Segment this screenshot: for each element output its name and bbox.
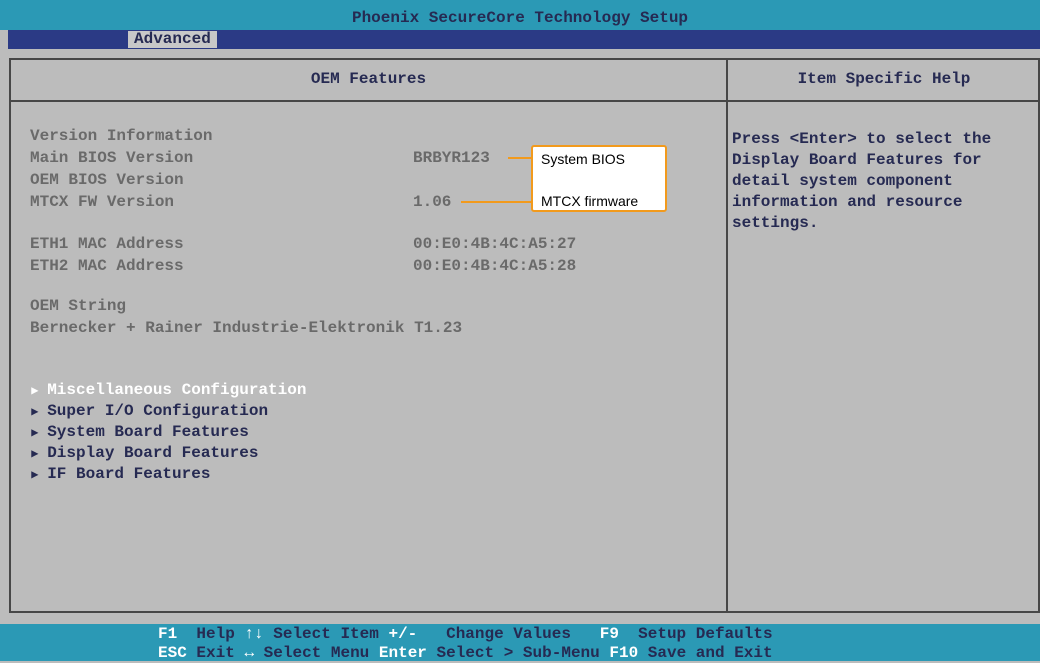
key-esc: ESC <box>158 644 187 662</box>
key-esc-desc: Exit <box>196 644 235 662</box>
footer-line-2: ESC Exit ↔ Select Menu Enter Select > Su… <box>158 644 773 663</box>
submenu-miscellaneous-configuration[interactable]: ▶ Miscellaneous Configuration <box>12 359 306 399</box>
help-title: Item Specific Help <box>797 70 971 88</box>
callout-box: System BIOS MTCX firmware <box>531 145 667 212</box>
mtcx-fw-version-value: 1.06 <box>413 193 452 211</box>
panel-divider <box>726 60 728 611</box>
submenu-if-board-features[interactable]: ▶ IF Board Features <box>12 443 210 483</box>
submenu-label: IF Board Features <box>47 465 211 483</box>
oem-bios-version-label: OEM BIOS Version <box>30 171 184 189</box>
key-enter-desc: Select > Sub-Menu <box>436 644 600 662</box>
oem-string-value: Bernecker + Rainer Industrie-Elektronik … <box>30 319 463 337</box>
main-bios-version-value: BRBYR123 <box>413 149 490 167</box>
eth1-mac-label: ETH1 MAC Address <box>30 235 184 253</box>
submenu-super-io-configuration[interactable]: ▶ Super I/O Configuration <box>12 380 268 420</box>
submenu-system-board-features[interactable]: ▶ System Board Features <box>12 401 249 441</box>
submenu-display-board-features[interactable]: ▶ Display Board Features <box>12 422 258 462</box>
key-leftright-desc: Select Menu <box>263 644 370 662</box>
mtcx-fw-version-label: MTCX FW Version <box>30 193 175 211</box>
eth1-mac-value: 00:E0:4B:4C:A5:27 <box>413 235 577 253</box>
key-f1-desc: Help <box>196 625 235 643</box>
section-title: OEM Features <box>310 70 427 88</box>
key-enter: Enter <box>378 644 427 662</box>
tab-advanced[interactable]: Advanced <box>128 31 217 48</box>
key-f1: F1 <box>158 625 178 643</box>
callout-system-bios: System BIOS <box>541 151 626 167</box>
window-title: Phoenix SecureCore Technology Setup <box>351 9 689 27</box>
key-f9: F9 <box>599 625 619 643</box>
eth2-mac-value: 00:E0:4B:4C:A5:28 <box>413 257 577 275</box>
footer-line-1: F1 Help ↑↓ Select Item +/- Change Values… <box>158 625 773 644</box>
callout-mtcx-firmware: MTCX firmware <box>541 193 639 209</box>
help-text: Press <Enter> to select the Display Boar… <box>732 130 992 232</box>
main-bios-version-label: Main BIOS Version <box>30 149 194 167</box>
key-f10: F10 <box>609 644 639 662</box>
key-f9-desc: Setup Defaults <box>638 625 773 643</box>
submenu-arrow-icon: ▶ <box>31 468 39 482</box>
key-updown-desc: Select Item <box>273 625 379 643</box>
footer-keybar: F1 Help ↑↓ Select Item +/- Change Values… <box>0 624 1040 663</box>
key-plus-minus: +/- <box>388 625 418 643</box>
version-info-label: Version Information <box>30 127 213 145</box>
leftright-arrows-icon: ↔ <box>244 644 255 662</box>
oem-string-label: OEM String <box>30 297 127 315</box>
menu-bar: Advanced <box>8 30 1040 49</box>
header-divider <box>11 100 1038 102</box>
eth2-mac-label: ETH2 MAC Address <box>30 257 184 275</box>
updown-arrows-icon: ↑↓ <box>244 625 264 643</box>
key-f10-desc: Save and Exit <box>647 644 773 662</box>
key-plus-minus-desc: Change Values <box>446 625 571 643</box>
title-bar: Phoenix SecureCore Technology Setup <box>0 0 1040 30</box>
callout-leader-mtcx <box>461 201 534 203</box>
